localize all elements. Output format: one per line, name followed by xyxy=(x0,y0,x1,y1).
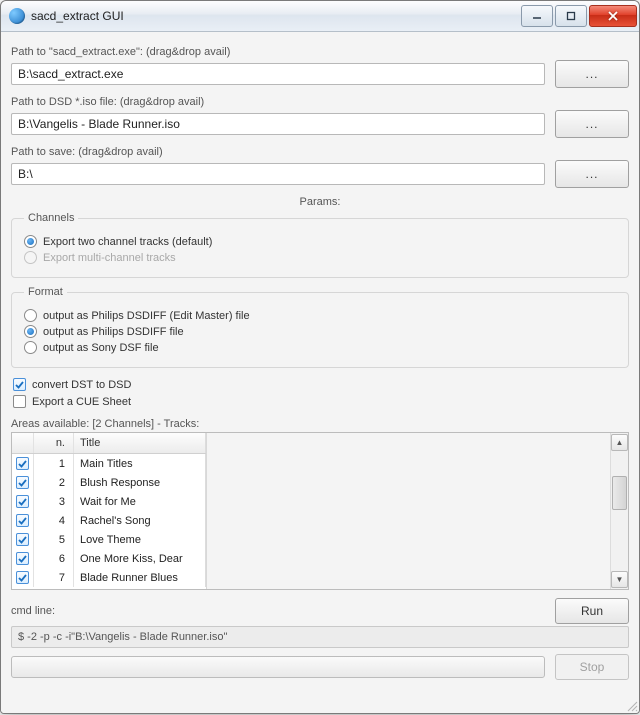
params-heading: Params: xyxy=(11,196,629,208)
resize-grip-icon[interactable] xyxy=(624,698,638,712)
track-number: 2 xyxy=(34,473,74,492)
col-header-title[interactable]: Title xyxy=(74,433,206,453)
col-header-n[interactable]: n. xyxy=(34,433,74,453)
table-row[interactable]: 4Rachel's Song xyxy=(12,511,206,530)
track-checkbox[interactable] xyxy=(16,514,29,527)
tracks-list: n. Title 1Main Titles2Blush Response3Wai… xyxy=(11,432,629,590)
scroll-down-button[interactable]: ▼ xyxy=(611,571,628,588)
stop-button: Stop xyxy=(555,654,629,680)
radio-icon xyxy=(24,325,37,338)
checkbox-label: Export a CUE Sheet xyxy=(32,396,131,408)
tracks-scrollbar[interactable]: ▲ ▼ xyxy=(610,433,628,589)
table-row[interactable]: 2Blush Response xyxy=(12,473,206,492)
table-row[interactable]: 3Wait for Me xyxy=(12,492,206,511)
save-browse-button[interactable]: ... xyxy=(555,160,629,188)
table-row[interactable]: 1Main Titles xyxy=(12,454,206,473)
tracks-label: Areas available: [2 Channels] - Tracks: xyxy=(11,418,629,430)
iso-path-input[interactable] xyxy=(11,113,545,135)
track-number: 3 xyxy=(34,492,74,511)
checkbox-convert-dst[interactable]: convert DST to DSD xyxy=(13,378,629,391)
titlebar: sacd_extract GUI xyxy=(1,1,639,32)
track-checkbox[interactable] xyxy=(16,533,29,546)
save-path-label: Path to save: (drag&drop avail) xyxy=(11,146,629,158)
radio-multi-channel: Export multi-channel tracks xyxy=(24,251,616,264)
checkbox-label: convert DST to DSD xyxy=(32,379,131,391)
scroll-thumb[interactable] xyxy=(612,476,627,510)
exe-path-label: Path to "sacd_extract.exe": (drag&drop a… xyxy=(11,46,629,58)
channels-legend: Channels xyxy=(24,212,78,224)
format-legend: Format xyxy=(24,286,67,298)
radio-editmaster[interactable]: output as Philips DSDIFF (Edit Master) f… xyxy=(24,309,616,322)
checkbox-export-cue[interactable]: Export a CUE Sheet xyxy=(13,395,629,408)
window-title: sacd_extract GUI xyxy=(31,9,519,23)
channels-group: Channels Export two channel tracks (defa… xyxy=(11,212,629,278)
radio-label: output as Sony DSF file xyxy=(43,342,159,354)
radio-icon xyxy=(24,251,37,264)
track-checkbox[interactable] xyxy=(16,571,29,584)
track-title: Rachel's Song xyxy=(74,511,206,530)
cmd-line-label: cmd line: xyxy=(11,605,55,617)
radio-label: Export two channel tracks (default) xyxy=(43,236,212,248)
track-title: Blush Response xyxy=(74,473,206,492)
radio-icon xyxy=(24,235,37,248)
tracks-header: n. Title xyxy=(12,433,206,454)
track-checkbox[interactable] xyxy=(16,495,29,508)
radio-icon xyxy=(24,341,37,354)
track-title: Main Titles xyxy=(74,454,206,473)
track-number: 7 xyxy=(34,568,74,587)
track-title: One More Kiss, Dear xyxy=(74,549,206,568)
format-group: Format output as Philips DSDIFF (Edit Ma… xyxy=(11,286,629,368)
checkbox-icon xyxy=(13,395,26,408)
exe-browse-button[interactable]: ... xyxy=(555,60,629,88)
track-number: 4 xyxy=(34,511,74,530)
run-button[interactable]: Run xyxy=(555,598,629,624)
track-title: Blade Runner Blues xyxy=(74,568,206,587)
table-row[interactable]: 7Blade Runner Blues xyxy=(12,568,206,587)
radio-label: output as Philips DSDIFF file xyxy=(43,326,184,338)
table-row[interactable]: 5Love Theme xyxy=(12,530,206,549)
radio-icon xyxy=(24,309,37,322)
radio-label: Export multi-channel tracks xyxy=(43,252,176,264)
radio-label: output as Philips DSDIFF (Edit Master) f… xyxy=(43,310,250,322)
cmd-line-value: $ -2 -p -c -i"B:\Vangelis - Blade Runner… xyxy=(11,626,629,648)
tracks-empty-area: ▲ ▼ xyxy=(206,433,628,589)
exe-path-input[interactable] xyxy=(11,63,545,85)
progress-bar xyxy=(11,656,545,678)
maximize-button[interactable] xyxy=(555,5,587,27)
close-button[interactable] xyxy=(589,5,637,27)
radio-two-channel[interactable]: Export two channel tracks (default) xyxy=(24,235,616,248)
track-checkbox[interactable] xyxy=(16,476,29,489)
scroll-up-button[interactable]: ▲ xyxy=(611,434,628,451)
radio-dsf[interactable]: output as Sony DSF file xyxy=(24,341,616,354)
radio-dsdiff[interactable]: output as Philips DSDIFF file xyxy=(24,325,616,338)
checkbox-icon xyxy=(13,378,26,391)
track-title: Wait for Me xyxy=(74,492,206,511)
track-checkbox[interactable] xyxy=(16,457,29,470)
table-row[interactable]: 6One More Kiss, Dear xyxy=(12,549,206,568)
save-path-input[interactable] xyxy=(11,163,545,185)
track-checkbox[interactable] xyxy=(16,552,29,565)
track-number: 1 xyxy=(34,454,74,473)
iso-path-label: Path to DSD *.iso file: (drag&drop avail… xyxy=(11,96,629,108)
track-number: 5 xyxy=(34,530,74,549)
app-icon xyxy=(9,8,25,24)
track-number: 6 xyxy=(34,549,74,568)
track-title: Love Theme xyxy=(74,530,206,549)
minimize-button[interactable] xyxy=(521,5,553,27)
iso-browse-button[interactable]: ... xyxy=(555,110,629,138)
